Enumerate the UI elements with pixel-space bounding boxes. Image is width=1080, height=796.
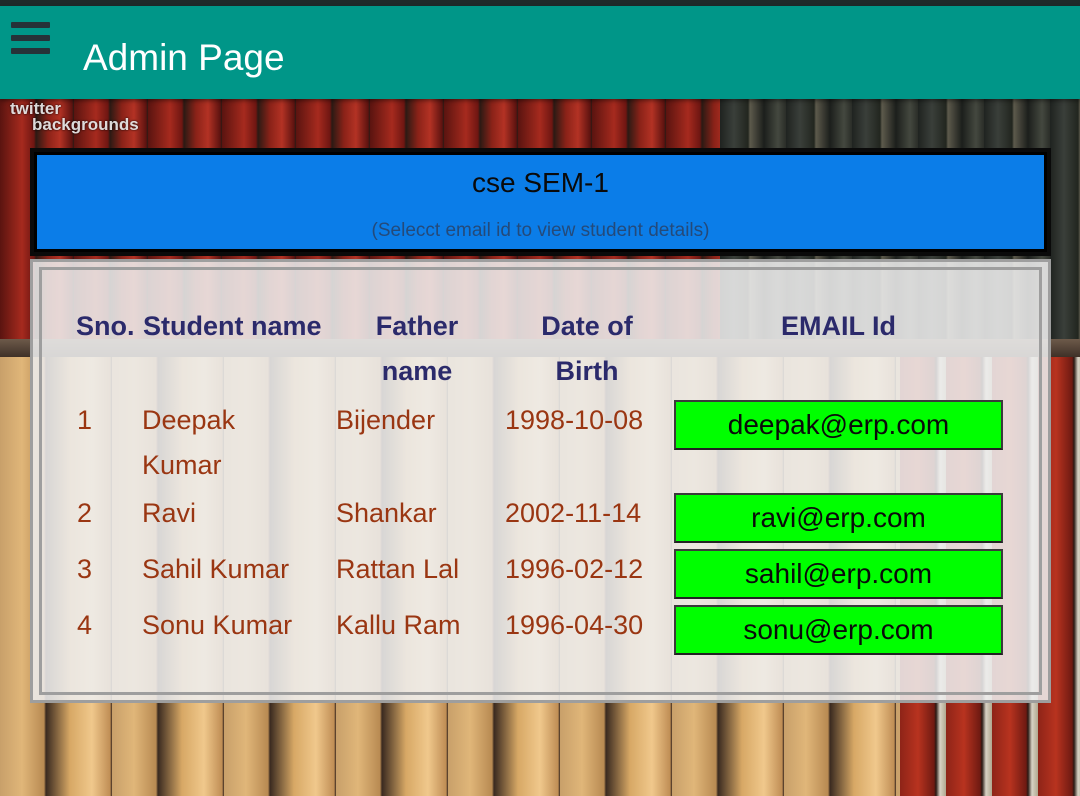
cell-dob: 1996-04-30 [505, 610, 644, 640]
semester-hint: (Selecct email id to view student detail… [371, 220, 710, 241]
page-title: Admin Page [83, 37, 285, 78]
email-button-sonu[interactable]: sonu@erp.com [674, 605, 1003, 655]
app-bar: Admin Page [0, 6, 1080, 99]
cell-sno: 3 [77, 554, 93, 584]
semester-title: cse SEM-1 [472, 167, 609, 198]
cell-student-name: Sonu Kumar [142, 610, 293, 640]
column-header-dob: Birth [555, 356, 619, 386]
cell-father-name: Bijender [336, 405, 436, 435]
column-header-father-name: Father [375, 311, 459, 341]
menu-line [11, 22, 50, 28]
cell-dob: 1996-02-12 [505, 554, 644, 584]
cell-sno: 4 [77, 610, 93, 640]
cell-student-name: Kumar [142, 450, 222, 480]
background-watermark: twitter backgrounds [10, 100, 139, 134]
column-header-email: EMAIL Id [780, 311, 896, 341]
column-header-student-name: Student name [143, 311, 322, 341]
semester-header-card: cse SEM-1 (Selecct email id to view stud… [30, 148, 1051, 256]
hamburger-menu-icon[interactable] [11, 20, 50, 56]
menu-line [11, 48, 50, 54]
cell-student-name: Sahil Kumar [142, 554, 290, 584]
cell-sno: 2 [77, 498, 93, 528]
email-button-deepak[interactable]: deepak@erp.com [674, 400, 1003, 450]
column-header-dob: Date of [541, 311, 633, 341]
email-button-ravi[interactable]: ravi@erp.com [674, 493, 1003, 543]
cell-father-name: Shankar [336, 498, 437, 528]
cell-father-name: Kallu Ram [336, 610, 461, 640]
cell-sno: 1 [77, 405, 93, 435]
cell-student-name: Deepak [142, 405, 236, 435]
semester-header: cse SEM-1 (Selecct email id to view stud… [34, 152, 1047, 252]
cell-student-name: Ravi [142, 498, 197, 528]
watermark-line: backgrounds [32, 115, 139, 134]
menu-line [11, 35, 50, 41]
email-button-sahil[interactable]: sahil@erp.com [674, 549, 1003, 599]
column-header-father-name: name [381, 356, 453, 386]
app-screen: Admin Page twitter backgrounds cse SEM-1… [0, 0, 1080, 796]
cell-dob: 1998-10-08 [505, 405, 644, 435]
column-header-sno: Sno. [76, 311, 135, 341]
cell-father-name: Rattan Lal [336, 554, 460, 584]
cell-dob: 2002-11-14 [505, 498, 642, 528]
